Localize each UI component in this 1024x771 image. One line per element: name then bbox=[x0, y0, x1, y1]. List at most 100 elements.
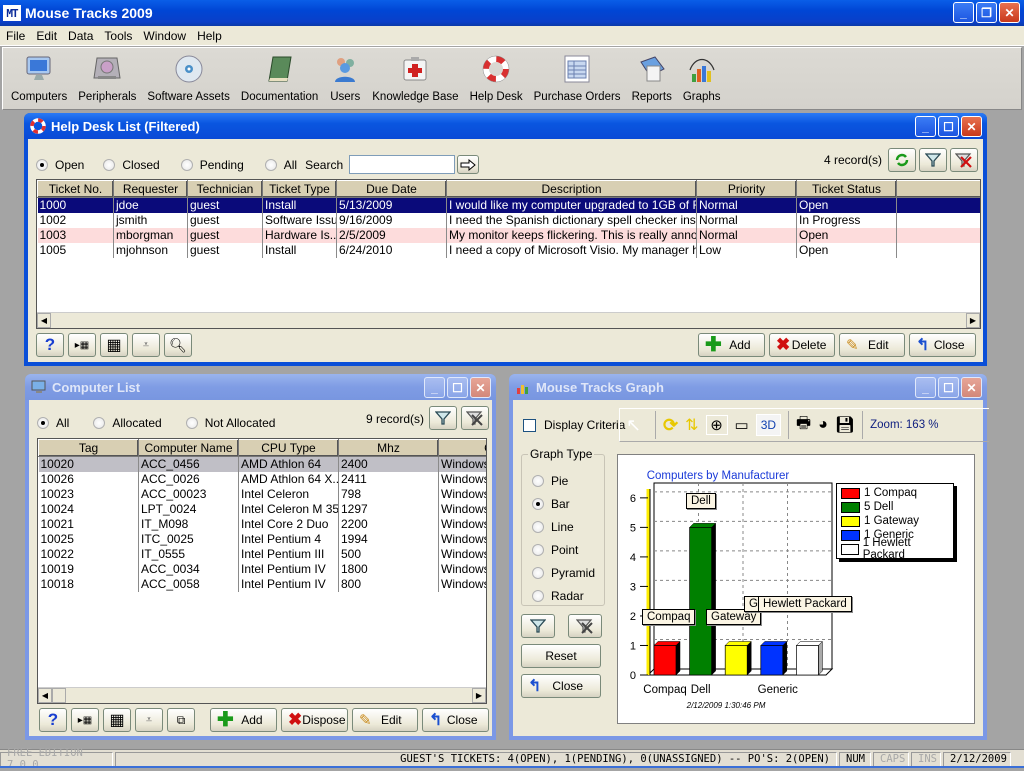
table-row[interactable]: 10019 ACC_0034 Intel Pentium IV 1800 Windows bbox=[38, 561, 486, 577]
column-header[interactable]: Technician bbox=[187, 180, 263, 198]
checkbox[interactable] bbox=[523, 418, 536, 432]
toolbar-help-desk-button[interactable]: Help Desk bbox=[470, 53, 523, 103]
app-minimize-button[interactable]: _ bbox=[953, 2, 974, 23]
menu-tools[interactable]: Tools bbox=[100, 29, 139, 43]
toolbar-computers-button[interactable]: Computers bbox=[11, 53, 67, 103]
helpdesk-radio-open[interactable]: Open bbox=[36, 158, 84, 172]
graph-type-radio-line[interactable]: Line bbox=[532, 515, 595, 538]
help-button[interactable]: ? bbox=[39, 708, 67, 732]
graph-type-radio-bar[interactable]: Bar bbox=[532, 492, 595, 515]
computer-filter-button[interactable] bbox=[429, 406, 457, 430]
computer-dispose-button[interactable]: ✖ Dispose bbox=[281, 708, 348, 732]
bar-gateway[interactable] bbox=[724, 645, 748, 676]
graph-close-button[interactable]: ↰ Close bbox=[521, 674, 601, 698]
bar-dell[interactable] bbox=[689, 527, 712, 676]
graph-clear-filter-button[interactable] bbox=[568, 614, 602, 638]
toolbar-peripherals-button[interactable]: Peripherals bbox=[78, 53, 136, 103]
helpdesk-radio-pending[interactable]: Pending bbox=[180, 158, 244, 172]
table-row[interactable]: 10022 IT_0555 Intel Pentium III 500 Windows bbox=[38, 546, 486, 562]
scroll-left-arrow[interactable]: ◀ bbox=[38, 688, 52, 703]
column-header[interactable]: CPU Type bbox=[238, 439, 339, 457]
radio-button[interactable] bbox=[532, 543, 544, 556]
scroll-right-arrow[interactable]: ▶ bbox=[966, 313, 980, 328]
computer-radio-not-allocated[interactable]: Not Allocated bbox=[185, 416, 275, 430]
helpdesk-delete-button[interactable]: ✖ Delete bbox=[769, 333, 835, 357]
table-row[interactable]: 10021 IT_M098 Intel Core 2 Duo 2200 Windows bbox=[38, 516, 486, 532]
filter-button[interactable] bbox=[919, 148, 947, 172]
column-header[interactable] bbox=[896, 180, 980, 198]
computer-edit-button[interactable]: ✎ Edit bbox=[352, 708, 418, 732]
toolbar-purchase-orders-button[interactable]: Purchase Orders bbox=[534, 53, 621, 103]
menu-edit[interactable]: Edit bbox=[32, 29, 64, 43]
table-row[interactable]: 1002 jsmith guest Software Issue 9/16/2009 I … bbox=[37, 212, 980, 228]
helpdesk-edit-button[interactable]: ✎ Edit bbox=[839, 333, 905, 357]
radio-button[interactable] bbox=[532, 589, 544, 602]
next-record-button[interactable]: ▸▦ bbox=[68, 333, 96, 357]
save-icon[interactable]: 💾︎ bbox=[835, 415, 855, 435]
bar-generic[interactable] bbox=[760, 645, 784, 676]
helpdesk-add-button[interactable]: ✚ Add bbox=[698, 333, 765, 357]
search-input[interactable] bbox=[349, 155, 456, 174]
table-row[interactable]: 1005 mjohnson guest Install 6/24/2010 I need … bbox=[37, 242, 980, 258]
clear-filter-button[interactable] bbox=[950, 148, 978, 172]
column-header[interactable]: Mhz bbox=[338, 439, 439, 457]
radio-button[interactable] bbox=[532, 474, 544, 487]
column-header[interactable]: Computer Name bbox=[138, 439, 239, 457]
scroll-thumb[interactable] bbox=[52, 688, 66, 703]
graph-maximize-button[interactable]: ☐ bbox=[938, 377, 959, 398]
column-header[interactable]: Ticket Status bbox=[796, 180, 897, 198]
column-header[interactable]: Description bbox=[446, 180, 697, 198]
helpdesk-radio-closed[interactable]: Closed bbox=[103, 158, 160, 172]
toolbar-graphs-button[interactable]: Graphs bbox=[683, 53, 721, 103]
rotate-icon[interactable]: ⟳ bbox=[663, 415, 678, 436]
menu-data[interactable]: Data bbox=[64, 29, 100, 43]
graph-type-radio-pyramid[interactable]: Pyramid bbox=[532, 561, 595, 584]
graph-reset-button[interactable]: Reset bbox=[521, 644, 601, 668]
toolbar-users-button[interactable]: Users bbox=[329, 53, 361, 103]
radio-button[interactable] bbox=[532, 520, 544, 533]
computer-list-minimize-button[interactable]: _ bbox=[424, 377, 445, 398]
table-row[interactable]: 10023 ACC_00023 Intel Celeron 798 Windows bbox=[38, 486, 486, 502]
radio-button[interactable] bbox=[36, 158, 48, 171]
toolbar-knowledge-base-button[interactable]: Knowledge Base bbox=[372, 53, 459, 103]
graph-type-radio-pie[interactable]: Pie bbox=[532, 469, 595, 492]
grid-view-button[interactable]: ▦ bbox=[100, 333, 128, 357]
zoom-in-icon[interactable]: ⊕ bbox=[705, 415, 728, 435]
refresh-button[interactable] bbox=[888, 148, 916, 172]
new-window-button[interactable]: ⧉ bbox=[167, 708, 195, 732]
computer-radio-allocated[interactable]: Allocated bbox=[93, 416, 162, 430]
bar-compaq[interactable] bbox=[653, 645, 677, 676]
help-button[interactable]: ? bbox=[36, 333, 64, 357]
radio-button[interactable] bbox=[532, 497, 544, 510]
toolbar-software-assets-button[interactable]: Software Assets bbox=[147, 53, 230, 103]
bar-hewlett-packard[interactable] bbox=[796, 645, 819, 676]
graph-type-radio-radar[interactable]: Radar bbox=[532, 584, 595, 607]
radio-button[interactable] bbox=[264, 158, 277, 171]
graph-minimize-button[interactable]: _ bbox=[915, 377, 936, 398]
computer-horizontal-scrollbar[interactable]: ◀ ▶ bbox=[38, 687, 486, 703]
column-header[interactable]: Priority bbox=[696, 180, 797, 198]
computer-close-button[interactable]: ↰ Close bbox=[422, 708, 489, 732]
radio-button[interactable] bbox=[180, 158, 193, 171]
helpdesk-close-window-button[interactable]: ✕ bbox=[961, 116, 982, 137]
helpdesk-radio-all[interactable]: All bbox=[264, 158, 297, 172]
app-close-button[interactable]: ✕ bbox=[999, 2, 1020, 23]
graph-type-radio-point[interactable]: Point bbox=[532, 538, 595, 561]
radio-button[interactable] bbox=[93, 417, 106, 429]
table-row[interactable]: 1000 jdoe guest Install 5/13/2009 I would lik… bbox=[37, 197, 980, 213]
radio-button[interactable] bbox=[103, 158, 116, 171]
table-row[interactable]: 10025 ITC_0025 Intel Pentium 4 1994 Windows bbox=[38, 531, 486, 547]
search-go-button[interactable] bbox=[457, 155, 480, 174]
radio-button[interactable] bbox=[532, 566, 544, 579]
column-header[interactable]: Ticket No. bbox=[37, 180, 114, 198]
column-header[interactable]: C bbox=[438, 439, 486, 457]
menu-file[interactable]: File bbox=[2, 29, 32, 43]
display-criteria-checkbox[interactable]: Display Criteria bbox=[523, 418, 625, 432]
computer-list-maximize-button[interactable]: ☐ bbox=[447, 377, 468, 398]
computer-add-button[interactable]: ✚ Add bbox=[210, 708, 277, 732]
radio-button[interactable] bbox=[185, 417, 198, 429]
filter-list-button[interactable]: ⩡ bbox=[132, 333, 160, 357]
computer-list-close-window-button[interactable]: ✕ bbox=[470, 377, 491, 398]
column-header[interactable]: Due Date bbox=[336, 180, 447, 198]
grid-view-button[interactable]: ▦ bbox=[103, 708, 131, 732]
